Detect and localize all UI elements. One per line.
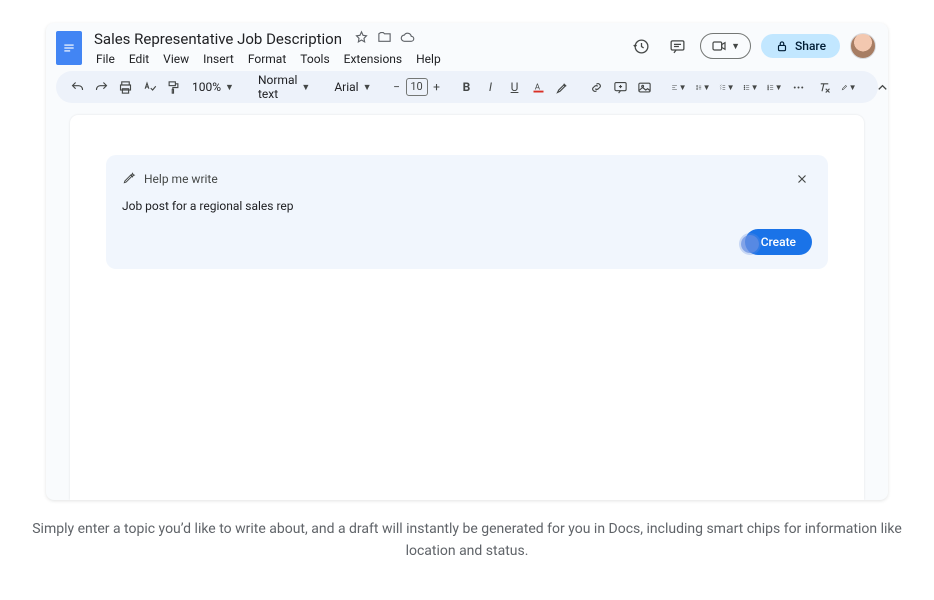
svg-text:A: A: [535, 81, 541, 91]
svg-text:3: 3: [767, 88, 768, 90]
help-me-write-title: Help me write: [144, 172, 218, 186]
editing-mode-dropdown[interactable]: ▼: [838, 76, 860, 98]
menu-view[interactable]: View: [157, 50, 195, 68]
cursor-indicator-icon: [741, 235, 759, 253]
close-button[interactable]: [792, 169, 812, 189]
font-family-dropdown[interactable]: Arial▼: [328, 76, 377, 98]
title-group: Sales Representative Job Description Fil…: [90, 29, 628, 68]
highlight-button[interactable]: [552, 76, 574, 98]
more-options-button[interactable]: [788, 76, 810, 98]
zoom-dropdown[interactable]: 100%▼: [186, 76, 240, 98]
share-button[interactable]: Share: [761, 34, 840, 58]
document-canvas[interactable]: Help me write Job post for a regional sa…: [70, 115, 864, 500]
italic-button[interactable]: I: [480, 76, 502, 98]
menu-extensions[interactable]: Extensions: [338, 50, 408, 68]
insert-image-button[interactable]: [634, 76, 656, 98]
doc-title[interactable]: Sales Representative Job Description: [90, 29, 346, 49]
star-icon[interactable]: [354, 30, 369, 49]
font-size-input[interactable]: 10: [406, 78, 428, 96]
help-me-write-panel: Help me write Job post for a regional sa…: [106, 155, 828, 269]
menu-format[interactable]: Format: [242, 50, 292, 68]
print-icon[interactable]: [114, 76, 136, 98]
bullet-list-dropdown[interactable]: ▼: [740, 76, 762, 98]
menu-file[interactable]: File: [90, 50, 121, 68]
text-color-button[interactable]: A: [528, 76, 550, 98]
menu-help[interactable]: Help: [410, 50, 447, 68]
paragraph-style-dropdown[interactable]: Normal text▼: [252, 76, 316, 98]
insert-comment-button[interactable]: [610, 76, 632, 98]
menu-insert[interactable]: Insert: [197, 50, 240, 68]
align-dropdown[interactable]: ▼: [668, 76, 690, 98]
font-size-increase-button[interactable]: +: [430, 80, 444, 94]
comments-icon[interactable]: [664, 33, 690, 59]
avatar[interactable]: [850, 33, 876, 59]
prompt-input[interactable]: Job post for a regional sales rep: [122, 197, 812, 215]
line-spacing-dropdown[interactable]: ▼: [692, 76, 714, 98]
app-window: Sales Representative Job Description Fil…: [46, 23, 888, 500]
paint-format-icon[interactable]: [162, 76, 184, 98]
redo-icon[interactable]: [90, 76, 112, 98]
clear-formatting-button[interactable]: [814, 76, 836, 98]
titlebar: Sales Representative Job Description Fil…: [46, 23, 888, 67]
numbered-list-dropdown[interactable]: 123▼: [764, 76, 786, 98]
caption-text: Simply enter a topic you’d like to write…: [31, 518, 903, 563]
create-button-label: Create: [761, 235, 796, 249]
collapse-toolbar-button[interactable]: [872, 76, 888, 98]
insert-link-button[interactable]: [586, 76, 608, 98]
menu-edit[interactable]: Edit: [123, 50, 155, 68]
menu-tools[interactable]: Tools: [294, 50, 335, 68]
docs-logo-icon[interactable]: [56, 31, 82, 65]
pencil-sparkle-icon: [122, 171, 136, 188]
font-size-decrease-button[interactable]: −: [390, 80, 404, 94]
history-icon[interactable]: [628, 33, 654, 59]
meet-button[interactable]: ▼: [700, 33, 751, 59]
header-right-controls: ▼ Share: [628, 33, 876, 59]
spellcheck-icon[interactable]: [138, 76, 160, 98]
share-button-label: Share: [795, 39, 826, 53]
checklist-dropdown[interactable]: ▼: [716, 76, 738, 98]
move-icon[interactable]: [377, 30, 392, 49]
menubar: File Edit View Insert Format Tools Exten…: [90, 50, 628, 68]
toolbar: 100%▼ Normal text▼ Arial▼ − 10 + B I U A…: [56, 71, 878, 103]
bold-button[interactable]: B: [456, 76, 478, 98]
undo-icon[interactable]: [66, 76, 88, 98]
underline-button[interactable]: U: [504, 76, 526, 98]
create-button[interactable]: Create: [745, 229, 812, 255]
cloud-status-icon[interactable]: [400, 30, 415, 49]
